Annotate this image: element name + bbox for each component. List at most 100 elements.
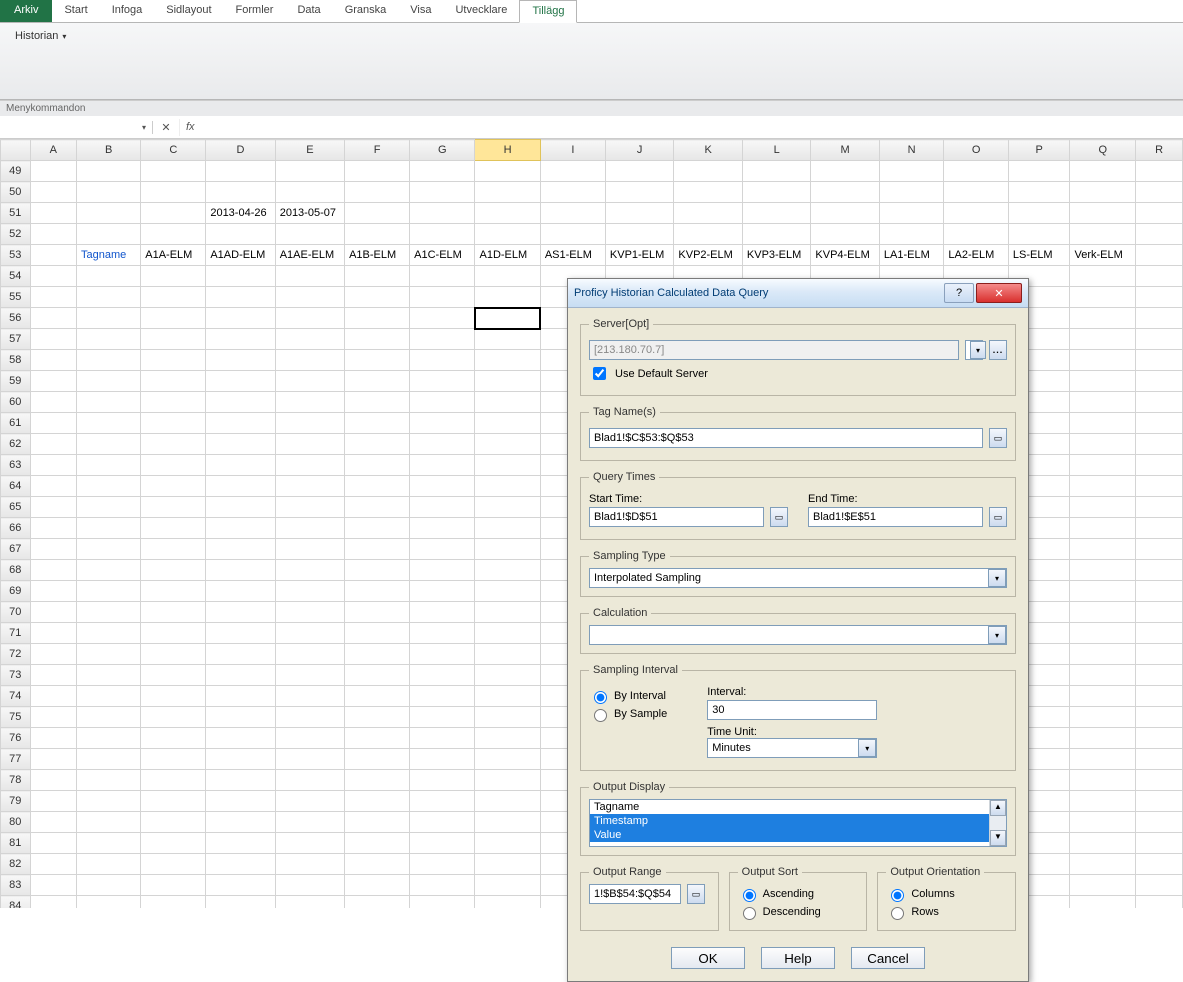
cell-J51[interactable] xyxy=(605,203,674,224)
cell-A84[interactable] xyxy=(30,896,76,909)
cell-H75[interactable] xyxy=(475,707,540,728)
cell-F73[interactable] xyxy=(345,665,410,686)
tab-file[interactable]: Arkiv xyxy=(0,0,52,22)
cell-A52[interactable] xyxy=(30,224,76,245)
start-time-ref-button[interactable]: ▭ xyxy=(770,507,788,527)
cell-A65[interactable] xyxy=(30,497,76,518)
cell-H49[interactable] xyxy=(475,161,540,182)
cell-C81[interactable] xyxy=(141,833,206,854)
cell-A64[interactable] xyxy=(30,476,76,497)
cell-M49[interactable] xyxy=(811,161,880,182)
row-header-69[interactable]: 69 xyxy=(1,581,31,602)
cell-D62[interactable] xyxy=(206,434,275,455)
cell-F54[interactable] xyxy=(345,266,410,287)
cell-F77[interactable] xyxy=(345,749,410,770)
row-header-65[interactable]: 65 xyxy=(1,497,31,518)
cell-H56[interactable] xyxy=(475,308,540,329)
cell-C53[interactable]: A1A-ELM xyxy=(141,245,206,266)
cell-H80[interactable] xyxy=(475,812,540,833)
cell-D60[interactable] xyxy=(206,392,275,413)
cell-O49[interactable] xyxy=(944,161,1008,182)
cell-A81[interactable] xyxy=(30,833,76,854)
cell-H53[interactable]: A1D-ELM xyxy=(475,245,540,266)
tab-visa[interactable]: Visa xyxy=(398,0,443,22)
cell-A66[interactable] xyxy=(30,518,76,539)
help-icon[interactable]: ? xyxy=(944,283,974,303)
tab-data[interactable]: Data xyxy=(285,0,332,22)
cell-Q60[interactable] xyxy=(1070,392,1136,413)
cell-G52[interactable] xyxy=(410,224,475,245)
cell-L50[interactable] xyxy=(742,182,811,203)
cell-F56[interactable] xyxy=(345,308,410,329)
cell-H66[interactable] xyxy=(475,518,540,539)
cell-A74[interactable] xyxy=(30,686,76,707)
tab-tillagg[interactable]: Tillägg xyxy=(519,0,577,23)
col-header-M[interactable]: M xyxy=(811,140,880,161)
cell-R75[interactable] xyxy=(1136,707,1183,728)
cell-G49[interactable] xyxy=(410,161,475,182)
cell-F82[interactable] xyxy=(345,854,410,875)
cell-B76[interactable] xyxy=(77,728,141,749)
cell-Q83[interactable] xyxy=(1070,875,1136,896)
cell-E64[interactable] xyxy=(275,476,344,497)
cell-G69[interactable] xyxy=(410,581,475,602)
cell-A76[interactable] xyxy=(30,728,76,749)
cell-R55[interactable] xyxy=(1136,287,1183,308)
ok-button[interactable]: OK xyxy=(671,947,745,969)
cell-F78[interactable] xyxy=(345,770,410,791)
col-header-H[interactable]: H xyxy=(475,140,540,161)
cell-L51[interactable] xyxy=(742,203,811,224)
cell-B59[interactable] xyxy=(77,371,141,392)
cell-H60[interactable] xyxy=(475,392,540,413)
cell-Q79[interactable] xyxy=(1070,791,1136,812)
cell-C49[interactable] xyxy=(141,161,206,182)
cell-L52[interactable] xyxy=(742,224,811,245)
cell-B54[interactable] xyxy=(77,266,141,287)
cell-F80[interactable] xyxy=(345,812,410,833)
row-header-68[interactable]: 68 xyxy=(1,560,31,581)
cell-G66[interactable] xyxy=(410,518,475,539)
cell-K52[interactable] xyxy=(674,224,743,245)
cell-F51[interactable] xyxy=(345,203,410,224)
cell-R73[interactable] xyxy=(1136,665,1183,686)
cell-N49[interactable] xyxy=(879,161,943,182)
cell-B79[interactable] xyxy=(77,791,141,812)
cell-A73[interactable] xyxy=(30,665,76,686)
cell-R77[interactable] xyxy=(1136,749,1183,770)
cell-H51[interactable] xyxy=(475,203,540,224)
cell-B69[interactable] xyxy=(77,581,141,602)
cell-Q59[interactable] xyxy=(1070,371,1136,392)
cell-E77[interactable] xyxy=(275,749,344,770)
cell-E65[interactable] xyxy=(275,497,344,518)
calculation-combo[interactable]: ▾ xyxy=(589,625,1007,645)
cell-E63[interactable] xyxy=(275,455,344,476)
cell-K53[interactable]: KVP2-ELM xyxy=(674,245,743,266)
cell-G56[interactable] xyxy=(410,308,475,329)
cell-C64[interactable] xyxy=(141,476,206,497)
row-header-67[interactable]: 67 xyxy=(1,539,31,560)
cell-P53[interactable]: LS-ELM xyxy=(1008,245,1070,266)
cell-G65[interactable] xyxy=(410,497,475,518)
cell-Q66[interactable] xyxy=(1070,518,1136,539)
rows-radio[interactable] xyxy=(891,907,904,920)
cell-G74[interactable] xyxy=(410,686,475,707)
cell-C83[interactable] xyxy=(141,875,206,896)
tab-sidlayout[interactable]: Sidlayout xyxy=(154,0,223,22)
cell-C73[interactable] xyxy=(141,665,206,686)
cell-F69[interactable] xyxy=(345,581,410,602)
cell-Q51[interactable] xyxy=(1070,203,1136,224)
cell-D80[interactable] xyxy=(206,812,275,833)
cell-B51[interactable] xyxy=(77,203,141,224)
cell-E74[interactable] xyxy=(275,686,344,707)
ascending-radio[interactable] xyxy=(743,889,756,902)
tab-granska[interactable]: Granska xyxy=(333,0,399,22)
cell-C84[interactable] xyxy=(141,896,206,909)
cell-A49[interactable] xyxy=(30,161,76,182)
cell-M51[interactable] xyxy=(811,203,880,224)
cell-R67[interactable] xyxy=(1136,539,1183,560)
cell-I49[interactable] xyxy=(540,161,605,182)
row-header-80[interactable]: 80 xyxy=(1,812,31,833)
col-header-I[interactable]: I xyxy=(540,140,605,161)
cell-F59[interactable] xyxy=(345,371,410,392)
cell-B68[interactable] xyxy=(77,560,141,581)
